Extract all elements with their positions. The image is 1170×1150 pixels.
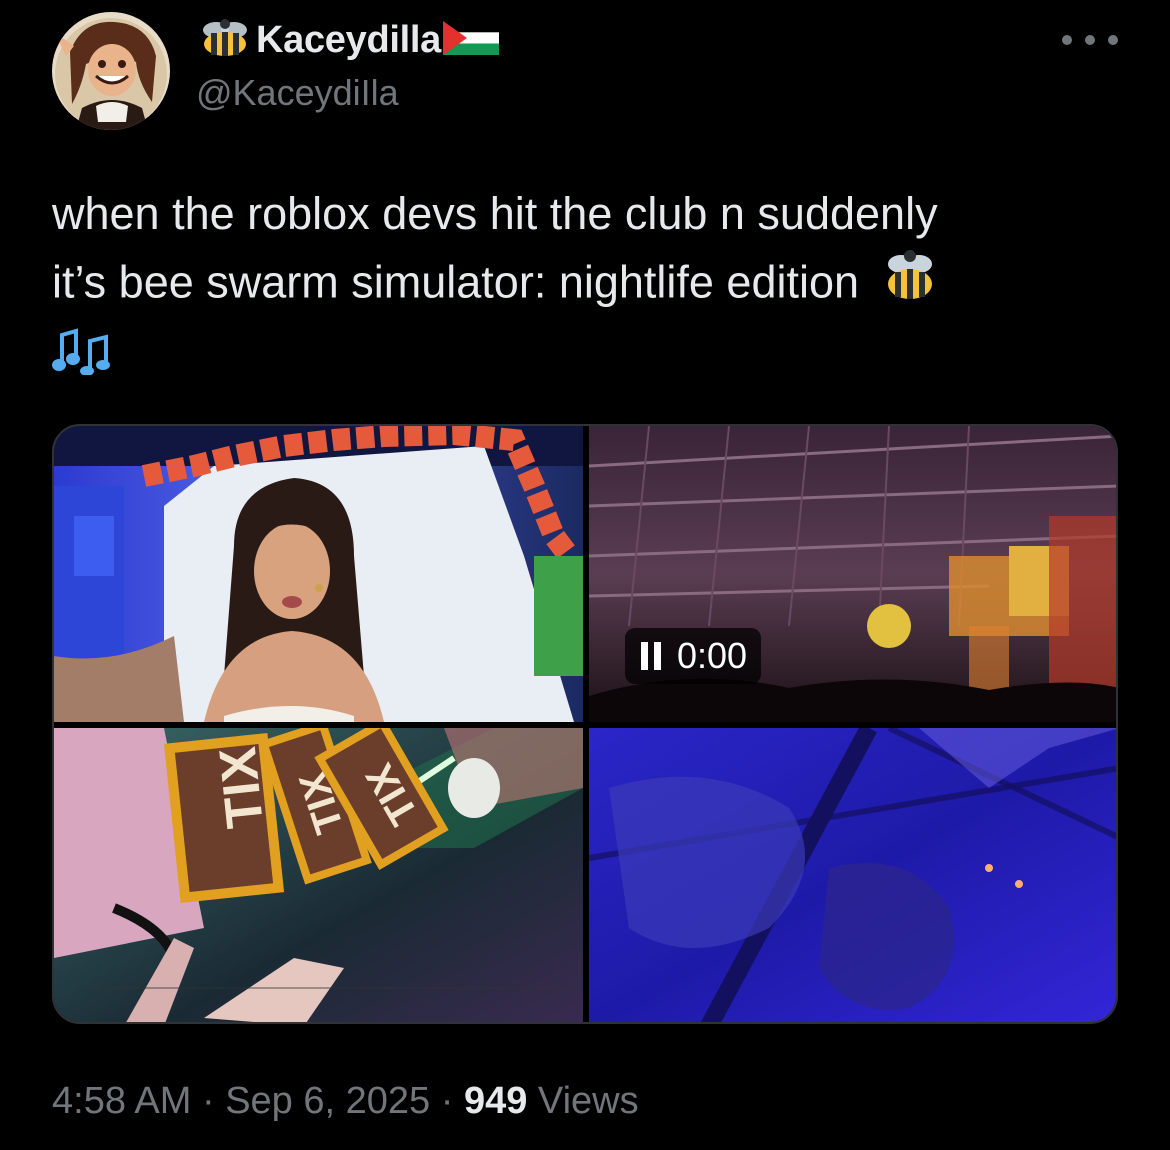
tweet-date[interactable]: Sep 6, 2025 xyxy=(225,1080,430,1122)
video-playback-control[interactable]: 0:00 xyxy=(625,628,762,684)
tweet-line-1: when the roblox devs hit the club n sudd… xyxy=(52,188,938,239)
tweet-line-2-text: it’s bee swarm simulator: nightlife edit… xyxy=(52,256,860,308)
tweet-time[interactable]: 4:58 AM xyxy=(52,1080,191,1122)
club-video[interactable]: 0:00 xyxy=(589,426,1116,722)
blue-floor-photo[interactable] xyxy=(589,728,1116,1022)
pause-icon[interactable] xyxy=(641,642,661,670)
tweet-line-3 xyxy=(52,323,1132,394)
user-handle[interactable]: @KaceydiIla xyxy=(196,72,499,114)
bee-icon xyxy=(882,248,938,323)
media-grid[interactable]: 0:00 TIX TIX TIX xyxy=(52,424,1118,1024)
selfie-photo[interactable] xyxy=(54,426,583,722)
palestine-flag-icon xyxy=(443,20,499,60)
separator: · xyxy=(201,1080,215,1122)
tweet-text: when the roblox devs hit the club n sudd… xyxy=(52,180,1132,394)
avatar[interactable] xyxy=(52,12,170,130)
musical-notes-icon xyxy=(52,326,114,394)
display-name[interactable]: Kaceydilla xyxy=(256,19,441,62)
separator: · xyxy=(440,1080,454,1122)
user-info[interactable]: Kaceydilla @KaceydiIla xyxy=(196,14,499,114)
views-count: 949 xyxy=(463,1080,528,1122)
video-timestamp: 0:00 xyxy=(677,635,748,676)
views-label: Views xyxy=(537,1080,639,1122)
tix-photo[interactable]: TIX TIX TIX xyxy=(54,728,583,1022)
display-name-row[interactable]: Kaceydilla xyxy=(196,14,499,66)
tweet-line-2: it’s bee swarm simulator: nightlife edit… xyxy=(52,248,1132,323)
bee-icon xyxy=(196,18,254,63)
more-options-icon[interactable] xyxy=(1062,22,1118,58)
tweet-meta: 4:58 AM · Sep 6, 2025 · 949 Views xyxy=(52,1080,639,1123)
